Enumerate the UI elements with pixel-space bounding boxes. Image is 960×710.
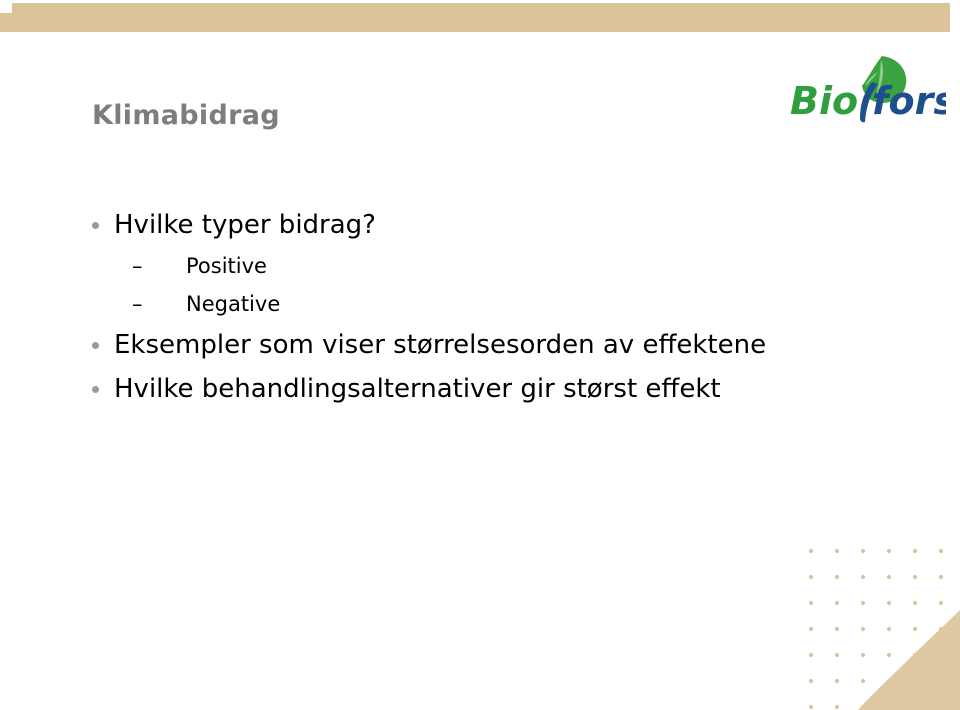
bullet-item-4-text: Eksempler som viser størrelsesorden av e… <box>114 330 767 360</box>
svg-text:Bio: Bio <box>790 79 858 123</box>
dash-marker-icon: – <box>132 292 143 316</box>
svg-text:forsk: forsk <box>872 79 946 123</box>
corner-decoration <box>800 540 960 710</box>
swoosh-shape <box>858 610 960 710</box>
bullet-item-4: Eksempler som viser størrelsesorden av e… <box>88 323 928 367</box>
slide-body: Hvilke typer bidrag? – Positive – Negati… <box>88 203 928 411</box>
bullet-item-2-text: Positive <box>186 254 267 278</box>
bullet-item-5-text: Hvilke behandlingsalternativer gir størs… <box>114 374 721 404</box>
bullet-dot-icon <box>92 222 99 229</box>
bullet-item-1-text: Hvilke typer bidrag? <box>114 210 376 240</box>
bullet-dot-icon <box>92 342 99 349</box>
top-band-lower-strip <box>0 13 950 32</box>
top-decorative-band <box>0 0 960 40</box>
bullet-item-5: Hvilke behandlingsalternativer gir størs… <box>88 367 928 411</box>
dash-marker-icon: – <box>132 254 143 278</box>
presentation-slide: Klimabidrag Bio forsk Hvilke typer bidra… <box>0 0 960 710</box>
bullet-item-3: – Negative <box>88 285 928 323</box>
bullet-item-2: – Positive <box>88 247 928 285</box>
bullet-dot-icon <box>92 386 99 393</box>
bullet-item-1: Hvilke typer bidrag? <box>88 203 928 247</box>
bullet-item-3-text: Negative <box>186 292 281 316</box>
dot-grid-pattern <box>800 540 960 710</box>
bioforsk-logo: Bio forsk <box>786 48 946 126</box>
page-title: Klimabidrag <box>92 100 280 131</box>
